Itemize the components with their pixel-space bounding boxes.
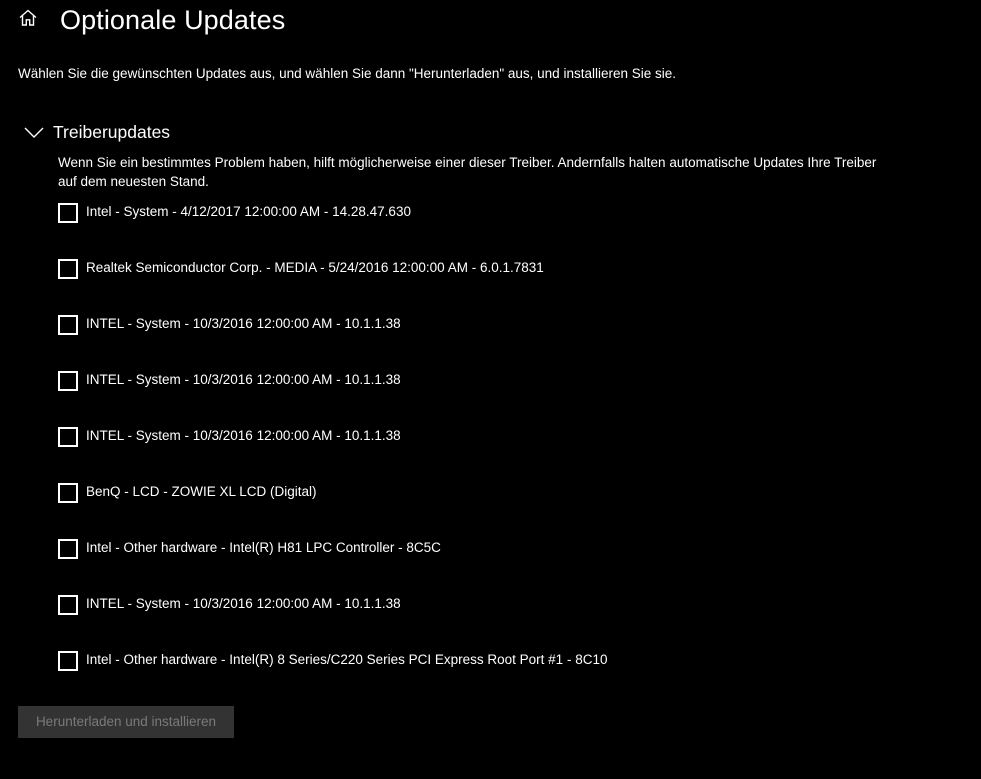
driver-checkbox[interactable]	[58, 315, 78, 335]
driver-list: Intel - System - 4/12/2017 12:00:00 AM -…	[58, 202, 607, 706]
driver-label: Intel - Other hardware - Intel(R) H81 LP…	[86, 540, 441, 555]
driver-item[interactable]: INTEL - System - 10/3/2016 12:00:00 AM -…	[58, 370, 607, 426]
driver-checkbox[interactable]	[58, 539, 78, 559]
driver-label: Realtek Semiconductor Corp. - MEDIA - 5/…	[86, 260, 544, 275]
driver-label: INTEL - System - 10/3/2016 12:00:00 AM -…	[86, 316, 401, 331]
driver-updates-toggle[interactable]: Treiberupdates	[22, 119, 170, 145]
section-description: Wenn Sie ein bestimmtes Problem haben, h…	[58, 155, 877, 189]
download-install-button[interactable]: Herunterladen und installieren	[18, 706, 234, 738]
driver-checkbox[interactable]	[58, 651, 78, 671]
driver-item[interactable]: Realtek Semiconductor Corp. - MEDIA - 5/…	[58, 258, 607, 314]
driver-item[interactable]: Intel - Other hardware - Intel(R) 8 Seri…	[58, 650, 607, 706]
driver-label: Intel - Other hardware - Intel(R) 8 Seri…	[86, 652, 608, 667]
home-button[interactable]	[14, 6, 42, 34]
driver-label: INTEL - System - 10/3/2016 12:00:00 AM -…	[86, 372, 401, 387]
driver-item[interactable]: INTEL - System - 10/3/2016 12:00:00 AM -…	[58, 314, 607, 370]
driver-item[interactable]: INTEL - System - 10/3/2016 12:00:00 AM -…	[58, 426, 607, 482]
driver-item[interactable]: BenQ - LCD - ZOWIE XL LCD (Digital)	[58, 482, 607, 538]
driver-label: Intel - System - 4/12/2017 12:00:00 AM -…	[86, 204, 411, 219]
page-header: Optionale Updates	[0, 0, 981, 40]
driver-checkbox[interactable]	[58, 595, 78, 615]
optional-updates-page: Optionale Updates Wählen Sie die gewünsc…	[0, 0, 981, 779]
driver-checkbox[interactable]	[58, 371, 78, 391]
driver-label: INTEL - System - 10/3/2016 12:00:00 AM -…	[86, 596, 401, 611]
driver-item[interactable]: INTEL - System - 10/3/2016 12:00:00 AM -…	[58, 594, 607, 650]
driver-item[interactable]: Intel - System - 4/12/2017 12:00:00 AM -…	[58, 202, 607, 258]
driver-item[interactable]: Intel - Other hardware - Intel(R) H81 LP…	[58, 538, 607, 594]
driver-label: INTEL - System - 10/3/2016 12:00:00 AM -…	[86, 428, 401, 443]
driver-checkbox[interactable]	[58, 427, 78, 447]
intro-text: Wählen Sie die gewünschten Updates aus, …	[18, 66, 676, 81]
section-title: Treiberupdates	[53, 122, 171, 142]
driver-label: BenQ - LCD - ZOWIE XL LCD (Digital)	[86, 484, 317, 499]
page-title: Optionale Updates	[60, 5, 286, 35]
home-icon	[18, 8, 38, 33]
driver-checkbox[interactable]	[58, 259, 78, 279]
driver-checkbox[interactable]	[58, 203, 78, 223]
driver-checkbox[interactable]	[58, 483, 78, 503]
chevron-down-icon	[22, 120, 46, 144]
